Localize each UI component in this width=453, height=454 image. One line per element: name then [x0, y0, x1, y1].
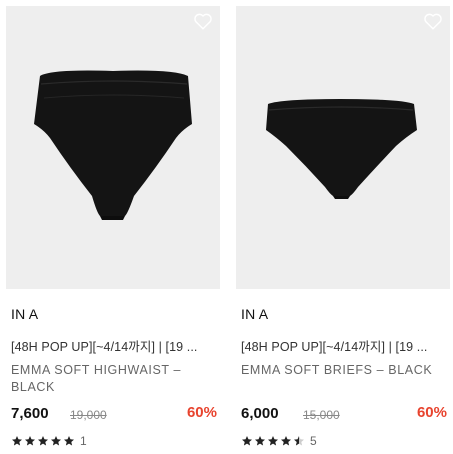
price-row: 6,000 15,000 60%: [241, 404, 447, 424]
rating: 5: [241, 434, 317, 448]
brand-name[interactable]: IN A: [11, 306, 38, 322]
original-price: 19,000: [70, 408, 107, 422]
star-filled-icon: [281, 436, 291, 446]
promo-text[interactable]: [48H POP UP][~4/14까지] | [19 ...: [241, 336, 447, 355]
heart-outline-icon: [424, 13, 442, 30]
product-card[interactable]: IN A [48H POP UP][~4/14까지] | [19 ... EMM…: [6, 6, 220, 451]
sale-price: 7,600: [11, 405, 49, 422]
star-rating: [11, 435, 75, 447]
highwaist-brief-image: [34, 70, 192, 220]
promo-text[interactable]: [48H POP UP][~4/14까지] | [19 ...: [11, 336, 217, 355]
review-count: 5: [310, 434, 317, 448]
original-price: 15,000: [303, 408, 340, 422]
favorite-button[interactable]: [422, 10, 444, 32]
product-name[interactable]: EMMA SOFT BRIEFS – BLACK: [241, 362, 446, 379]
star-half-icon: [294, 436, 304, 446]
rating: 1: [11, 434, 87, 448]
product-image[interactable]: [6, 6, 220, 289]
price-row: 7,600 19,000 60%: [11, 404, 217, 424]
discount-rate: 60%: [416, 404, 447, 421]
review-count: 1: [80, 434, 87, 448]
favorite-button[interactable]: [192, 10, 214, 32]
product-name[interactable]: EMMA SOFT HIGHWAIST – BLACK: [11, 362, 216, 396]
star-filled-icon: [242, 436, 252, 446]
star-filled-icon: [51, 436, 61, 446]
discount-rate: 60%: [186, 404, 217, 421]
star-rating: [241, 435, 305, 447]
star-filled-icon: [25, 436, 35, 446]
sale-price: 6,000: [241, 405, 279, 422]
star-filled-icon: [64, 436, 74, 446]
product-card[interactable]: IN A [48H POP UP][~4/14까지] | [19 ... EMM…: [236, 6, 450, 451]
star-filled-icon: [255, 436, 265, 446]
brand-name[interactable]: IN A: [241, 306, 268, 322]
brief-image: [266, 99, 417, 199]
star-filled-icon: [268, 436, 278, 446]
product-image[interactable]: [236, 6, 450, 289]
star-filled-icon: [12, 436, 22, 446]
heart-outline-icon: [194, 13, 212, 30]
star-filled-icon: [38, 436, 48, 446]
